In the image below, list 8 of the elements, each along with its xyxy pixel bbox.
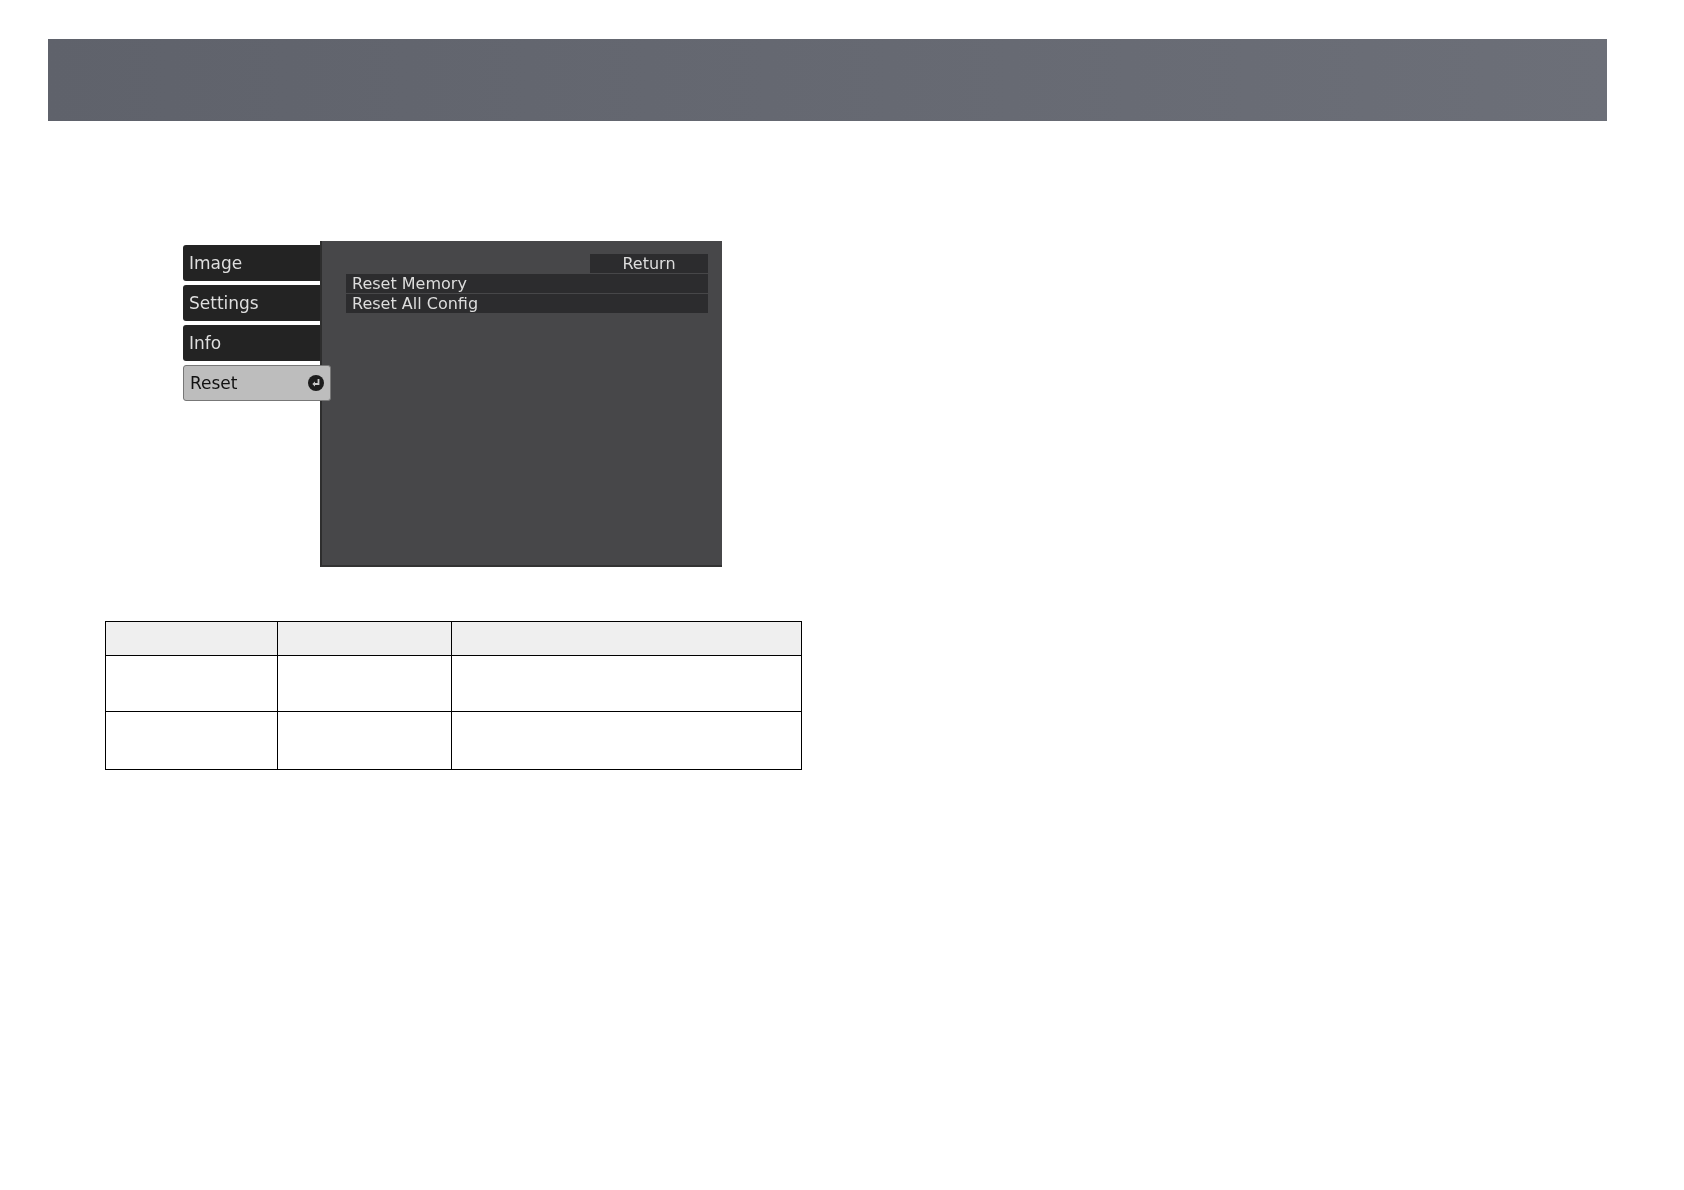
menu-tab[interactable]: Reset bbox=[183, 365, 331, 401]
menu-tab[interactable]: Info bbox=[183, 325, 321, 361]
menu-item[interactable]: Reset All Config bbox=[346, 294, 708, 313]
menu-item[interactable]: Reset Memory bbox=[346, 274, 708, 293]
menu-tab[interactable]: Image bbox=[183, 245, 321, 281]
menu-tab[interactable]: Settings bbox=[183, 285, 321, 321]
return-button[interactable]: Return bbox=[590, 254, 708, 273]
enter-icon bbox=[308, 375, 324, 391]
